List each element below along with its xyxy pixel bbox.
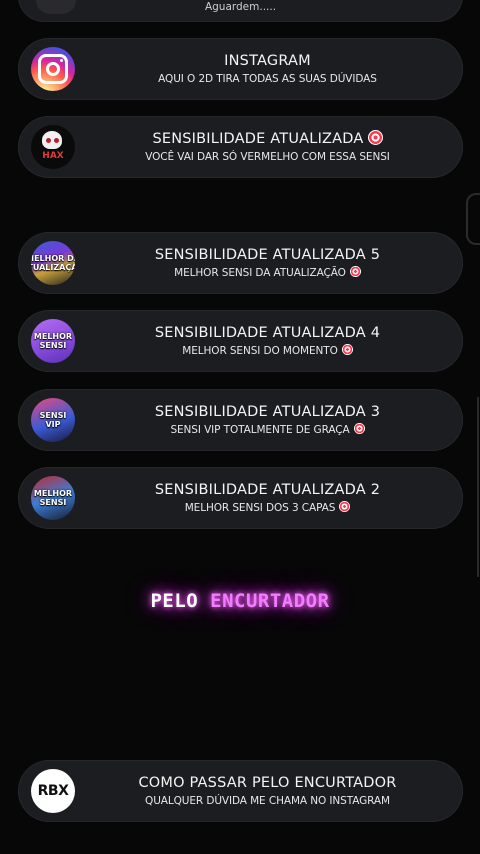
loading-text: Aguardem.....: [204, 1, 277, 13]
card-title: SENSIBILIDADE ATUALIZADA 3: [154, 403, 381, 420]
card-subtitle: MELHOR SENSI DO MOMENTO: [182, 343, 353, 359]
card-title: SENSIBILIDADE ATUALIZADA 5: [154, 246, 381, 263]
sensi-thumbnail: MELHOR SENSI: [31, 319, 75, 363]
edge-handle[interactable]: [466, 193, 480, 245]
instagram-link-card[interactable]: INSTAGRAM AQUI O 2D TIRA TODAS AS SUAS D…: [18, 38, 463, 100]
loading-card[interactable]: Aguardem.....: [18, 0, 463, 22]
target-icon: [367, 129, 383, 145]
target-icon: [349, 265, 361, 277]
instagram-icon: [31, 47, 75, 91]
target-icon: [339, 500, 351, 512]
sensi-updated-4-card[interactable]: MELHOR SENSI SENSIBILIDADE ATUALIZADA 4 …: [18, 310, 463, 372]
sensi-thumbnail: MELHOR SENSI: [31, 476, 75, 520]
shortener-guide-card[interactable]: RBX COMO PASSAR PELO ENCURTADOR QUALQUER…: [18, 760, 463, 822]
neon-caption: PELO ENCURTADOR: [0, 590, 480, 612]
target-icon: [341, 343, 353, 355]
card-title: SENSIBILIDADE ATUALIZADA: [152, 129, 383, 148]
sensi-thumbnail: MELHOR DA ATUALIZAÇÃO: [31, 241, 75, 285]
scrollbar[interactable]: [477, 397, 479, 577]
card-title: SENSIBILIDADE ATUALIZADA 2: [154, 481, 381, 498]
sensi-updated-3-card[interactable]: SENSI VIP SENSIBILIDADE ATUALIZADA 3 SEN…: [18, 389, 463, 451]
target-icon: [353, 422, 365, 434]
card-subtitle: AQUI O 2D TIRA TODAS AS SUAS DÚVIDAS: [158, 72, 377, 85]
neon-word-2: ENCURTADOR: [210, 590, 330, 612]
thumb-label: HAX: [42, 151, 64, 161]
card-subtitle: MELHOR SENSI DOS 3 CAPAS: [185, 500, 351, 516]
sensi-updated-2-card[interactable]: MELHOR SENSI SENSIBILIDADE ATUALIZADA 2 …: [18, 467, 463, 529]
card-subtitle: VOCÊ VAI DAR SÓ VERMELHO COM ESSA SENSI: [145, 150, 390, 163]
skull-icon: HAX: [31, 125, 75, 169]
card-subtitle: MELHOR SENSI DA ATUALIZAÇÃO: [174, 265, 361, 281]
card-subtitle: SENSI VIP TOTALMENTE DE GRAÇA: [170, 422, 365, 438]
sensi-thumbnail: SENSI VIP: [31, 398, 75, 442]
sensi-updated-card[interactable]: HAX SENSIBILIDADE ATUALIZADA VOCÊ VAI DA…: [18, 116, 463, 178]
card-title: COMO PASSAR PELO ENCURTADOR: [138, 774, 397, 791]
card-title: INSTAGRAM: [224, 52, 311, 69]
neon-word-1: PELO: [150, 590, 199, 612]
rbx-logo: RBX: [31, 769, 75, 813]
card-title: SENSIBILIDADE ATUALIZADA 4: [154, 324, 381, 341]
card-subtitle: QUALQUER DÚVIDA ME CHAMA NO INSTAGRAM: [145, 794, 390, 807]
sensi-updated-5-card[interactable]: MELHOR DA ATUALIZAÇÃO SENSIBILIDADE ATUA…: [18, 232, 463, 294]
